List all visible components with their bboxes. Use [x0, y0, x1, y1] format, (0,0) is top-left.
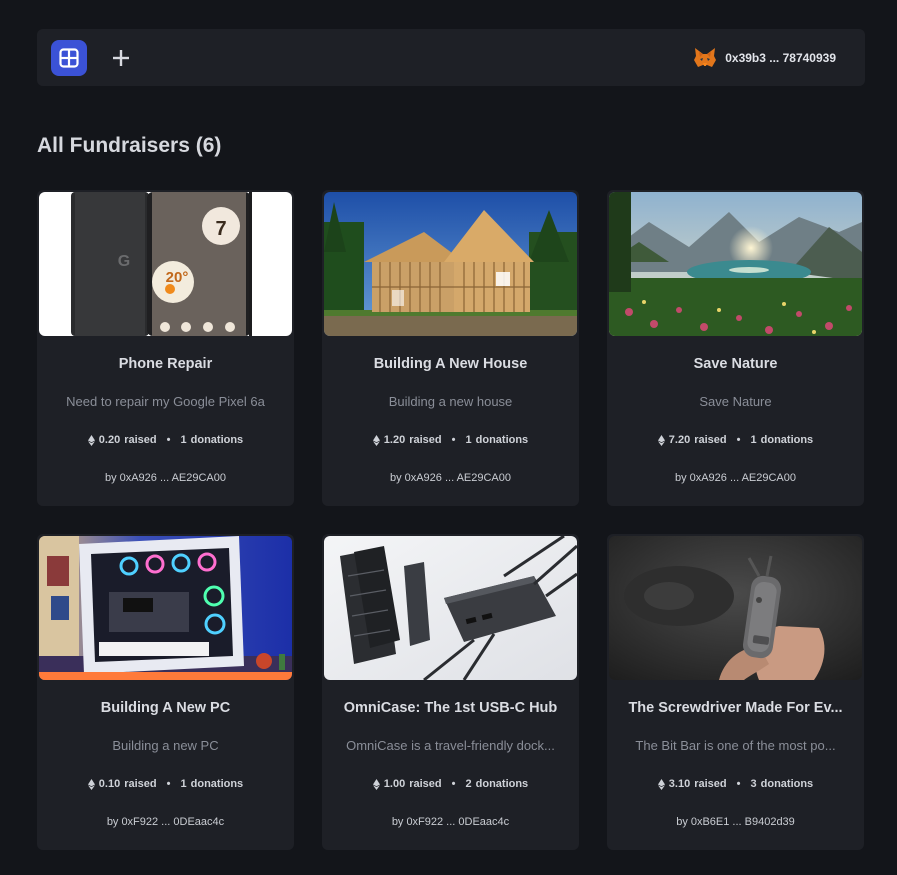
wallet-account-button[interactable]: 0x39b3 ... 78740939: [693, 45, 836, 71]
fundraiser-image: [324, 192, 577, 336]
owner-address: 0xF922 ... 0DEaac4c: [121, 816, 225, 828]
separator-dot: •: [166, 434, 171, 446]
top-navbar: 0x39b3 ... 78740939: [37, 29, 865, 86]
separator-dot: •: [736, 434, 741, 446]
donations-label: donations: [760, 778, 814, 790]
fundraiser-owner: by 0xA926 ... AE29CA00: [322, 472, 579, 484]
grid-view-button[interactable]: [51, 40, 87, 76]
separator-dot: •: [451, 778, 456, 790]
raised-amount: 0.20: [98, 434, 121, 446]
donation-count: 2: [465, 778, 472, 790]
donation-count: 1: [750, 434, 757, 446]
fundraiser-description: Building a new house: [388, 394, 513, 409]
ethereum-icon: [87, 434, 95, 446]
page-title: All Fundraisers (6): [37, 134, 222, 157]
raised-amount: 0.10: [98, 778, 121, 790]
separator-dot: •: [166, 778, 171, 790]
ethereum-icon: [372, 434, 380, 446]
fundraiser-image: [609, 192, 862, 336]
fundraiser-card[interactable]: OmniCase: The 1st USB-C Hub OmniCase is …: [322, 534, 579, 850]
by-label: by: [104, 472, 117, 484]
owner-address: 0xA926 ... AE29CA00: [689, 472, 797, 484]
create-fundraiser-button[interactable]: [103, 40, 139, 76]
fundraiser-owner: by 0xF922 ... 0DEaac4c: [37, 816, 294, 828]
raised-label: raised: [694, 778, 727, 790]
fundraiser-card[interactable]: G 7 20° Phone Repair Need to repair my G…: [37, 190, 294, 506]
svg-text:G: G: [118, 253, 130, 270]
fundraiser-card[interactable]: Building A New PC Building a new PC 0.10…: [37, 534, 294, 850]
owner-address: 0xA926 ... AE29CA00: [404, 472, 512, 484]
raised-label: raised: [409, 778, 442, 790]
fundraiser-description: Need to repair my Google Pixel 6a: [66, 394, 265, 409]
ethereum-icon: [657, 778, 665, 790]
by-label: by: [391, 816, 404, 828]
fundraiser-card[interactable]: The Screwdriver Made For Ev... The Bit B…: [607, 534, 864, 850]
fundraiser-owner: by 0xA926 ... AE29CA00: [37, 472, 294, 484]
ethereum-icon: [87, 778, 95, 790]
svg-text:7: 7: [215, 218, 226, 240]
grid-view-icon: [59, 48, 79, 68]
raised-amount: 1.00: [383, 778, 406, 790]
owner-address: 0xA926 ... AE29CA00: [119, 472, 227, 484]
fundraiser-description: Building a new PC: [112, 738, 219, 753]
fundraiser-stats: 0.10 raised • 1 donations: [37, 778, 294, 790]
svg-text:20°: 20°: [166, 269, 189, 286]
by-label: by: [674, 472, 687, 484]
owner-address: 0xB6E1 ... B9402d39: [690, 816, 795, 828]
raised-amount: 1.20: [383, 434, 406, 446]
by-label: by: [389, 472, 402, 484]
by-label: by: [106, 816, 119, 828]
fundraiser-stats: 0.20 raised • 1 donations: [37, 434, 294, 446]
fundraiser-image: [39, 536, 292, 680]
donations-label: donations: [475, 434, 529, 446]
fundraiser-title: Building A New House: [373, 356, 528, 372]
fundraiser-card[interactable]: Building A New House Building a new hous…: [322, 190, 579, 506]
fundraiser-stats: 3.10 raised • 3 donations: [607, 778, 864, 790]
donations-label: donations: [760, 434, 814, 446]
raised-label: raised: [409, 434, 442, 446]
raised-amount: 3.10: [668, 778, 691, 790]
raised-label: raised: [124, 778, 157, 790]
fundraiser-owner: by 0xF922 ... 0DEaac4c: [322, 816, 579, 828]
wallet-address: 0x39b3 ... 78740939: [725, 51, 836, 65]
fundraiser-owner: by 0xA926 ... AE29CA00: [607, 472, 864, 484]
fundraiser-title: Save Nature: [693, 356, 778, 372]
donation-count: 1: [180, 434, 187, 446]
donations-label: donations: [475, 778, 529, 790]
by-label: by: [676, 816, 688, 828]
fundraiser-stats: 1.20 raised • 1 donations: [322, 434, 579, 446]
fundraiser-title: Phone Repair: [118, 356, 213, 372]
raised-label: raised: [694, 434, 727, 446]
fundraiser-title: OmniCase: The 1st USB-C Hub: [343, 700, 558, 716]
fundraiser-description: OmniCase is a travel-friendly dock...: [346, 738, 555, 753]
donations-label: donations: [190, 778, 244, 790]
fundraiser-owner: by 0xB6E1 ... B9402d39: [607, 816, 864, 828]
fundraiser-description: Save Nature: [699, 394, 772, 409]
ethereum-icon: [372, 778, 380, 790]
fundraiser-image: [324, 536, 577, 680]
owner-address: 0xF922 ... 0DEaac4c: [406, 816, 510, 828]
fundraiser-stats: 1.00 raised • 2 donations: [322, 778, 579, 790]
raised-label: raised: [124, 434, 157, 446]
donation-count: 1: [465, 434, 472, 446]
fundraiser-image: [609, 536, 862, 680]
separator-dot: •: [451, 434, 456, 446]
metamask-fox-icon: [694, 48, 717, 67]
raised-amount: 7.20: [668, 434, 691, 446]
donation-count: 1: [180, 778, 187, 790]
fundraiser-image: G 7 20°: [39, 192, 292, 336]
fundraiser-card[interactable]: Save Nature Save Nature 7.20 raised • 1 …: [607, 190, 864, 506]
fundraiser-title: The Screwdriver Made For Ev...: [628, 700, 843, 716]
fundraiser-stats: 7.20 raised • 1 donations: [607, 434, 864, 446]
fundraiser-description: The Bit Bar is one of the most po...: [635, 738, 836, 753]
separator-dot: •: [736, 778, 741, 790]
plus-icon: [113, 50, 129, 66]
donation-count: 3: [750, 778, 757, 790]
fundraiser-title: Building A New PC: [100, 700, 231, 716]
ethereum-icon: [657, 434, 665, 446]
donations-label: donations: [190, 434, 244, 446]
fundraiser-grid: G 7 20° Phone Repair Need to repair my G…: [37, 190, 865, 850]
